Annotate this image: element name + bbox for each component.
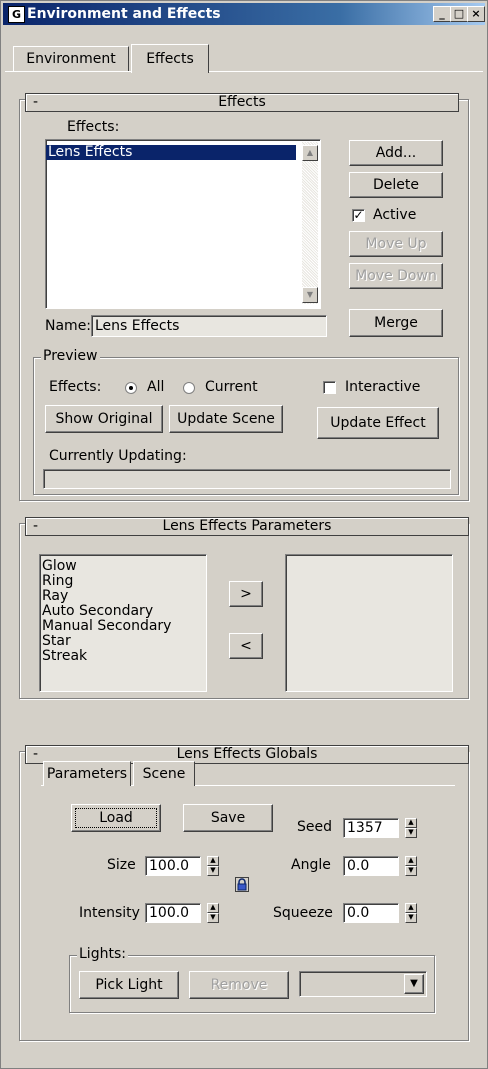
effects-list[interactable]: Lens Effects ▲ ▼ [45,139,321,309]
tab-environment[interactable]: Environment [13,46,129,71]
list-item[interactable]: Ring [40,574,206,589]
seed-spinner[interactable]: ▲ ▼ [405,818,417,838]
current-radio-label: Current [205,379,258,395]
squeeze-spinner[interactable]: ▲ ▼ [405,903,417,923]
all-radio[interactable] [125,382,137,394]
scrollbar[interactable] [302,142,318,304]
tab-parameters[interactable]: Parameters [43,761,131,786]
lock-icon[interactable] [235,877,249,892]
size-field[interactable]: 100.0 [145,856,201,876]
add-button[interactable]: Add... [349,140,443,166]
list-item[interactable]: Manual Secondary [40,619,206,634]
environment-effects-window: G Environment and Effects _ □ × Environm… [0,0,488,1069]
intensity-label: Intensity [79,905,140,921]
update-effect-button[interactable]: Update Effect [317,407,439,439]
active-effects-list[interactable] [285,554,453,692]
move-up-button[interactable]: Move Up [349,231,443,257]
size-spinner[interactable]: ▲ ▼ [207,856,219,876]
effects-list-label: Effects: [67,119,120,135]
active-label: Active [373,207,417,223]
list-item[interactable]: Star [40,634,206,649]
update-scene-button[interactable]: Update Scene [169,405,283,433]
remove-effect-arrow-button[interactable]: < [229,633,263,659]
app-icon: G [8,6,25,23]
close-button[interactable]: × [467,6,485,22]
angle-label: Angle [291,857,331,873]
list-item[interactable]: Auto Secondary [40,604,206,619]
list-item[interactable]: Glow [40,559,206,574]
list-item[interactable]: Ray [40,589,206,604]
current-radio[interactable] [183,382,195,394]
lights-group-label: Lights: [77,946,128,962]
load-button[interactable]: Load [71,804,161,832]
available-effects-list[interactable]: Glow Ring Ray Auto Secondary Manual Seco… [39,554,207,692]
size-label: Size [107,857,136,873]
merge-button[interactable]: Merge [349,309,443,337]
minimize-button[interactable]: _ [433,6,451,22]
tab-effects[interactable]: Effects [131,44,209,73]
rollout-title: Effects [218,94,266,110]
interactive-checkbox[interactable] [323,381,336,394]
angle-field[interactable]: 0.0 [343,856,399,876]
seed-field[interactable]: 1357 [343,818,399,838]
chevron-down-icon[interactable]: ▼ [404,974,424,994]
intensity-value: 100.0 [149,905,190,921]
intensity-spinner[interactable]: ▲ ▼ [207,903,219,923]
tab-strip-line [5,71,483,72]
name-field[interactable]: Lens Effects [91,315,327,337]
show-original-button[interactable]: Show Original [45,405,163,433]
window-title: Environment and Effects [27,6,221,22]
move-down-button[interactable]: Move Down [349,263,443,289]
list-item[interactable]: Streak [40,649,206,664]
scroll-up-button[interactable]: ▲ [302,145,318,161]
squeeze-field[interactable]: 0.0 [343,903,399,923]
angle-spinner[interactable]: ▲ ▼ [405,856,417,876]
tab-scene[interactable]: Scene [133,761,195,786]
seed-value: 1357 [347,820,383,836]
title-bar[interactable]: G Environment and Effects _ □ × [3,3,485,25]
lights-dropdown[interactable]: ▼ [299,971,427,997]
remove-light-button[interactable]: Remove [189,971,289,999]
seed-label: Seed [297,819,332,835]
list-item[interactable]: Lens Effects [46,145,296,160]
name-label: Name: [45,318,92,334]
preview-effects-label: Effects: [49,379,102,395]
maximize-button[interactable]: □ [450,6,468,22]
currently-updating-label: Currently Updating: [49,448,187,464]
lens-params-rollout-header[interactable]: - Lens Effects Parameters [25,517,469,536]
size-value: 100.0 [149,858,190,874]
name-field-value: Lens Effects [95,318,180,334]
intensity-field[interactable]: 100.0 [145,903,201,923]
rollout-title: Lens Effects Globals [176,746,318,762]
scroll-down-button[interactable]: ▼ [302,287,318,303]
squeeze-value: 0.0 [347,905,370,921]
save-button[interactable]: Save [183,804,273,832]
interactive-label: Interactive [345,379,421,395]
delete-button[interactable]: Delete [349,172,443,198]
angle-value: 0.0 [347,858,370,874]
rollout-title: Lens Effects Parameters [162,518,332,534]
effects-rollout-header[interactable]: - Effects [25,93,459,112]
active-checkbox[interactable]: ✓ [352,209,365,222]
progress-bar [43,469,451,489]
squeeze-label: Squeeze [273,905,333,921]
pick-light-button[interactable]: Pick Light [79,971,179,999]
add-effect-arrow-button[interactable]: > [229,581,263,607]
preview-group-label: Preview [41,348,100,364]
all-radio-label: All [147,379,165,395]
